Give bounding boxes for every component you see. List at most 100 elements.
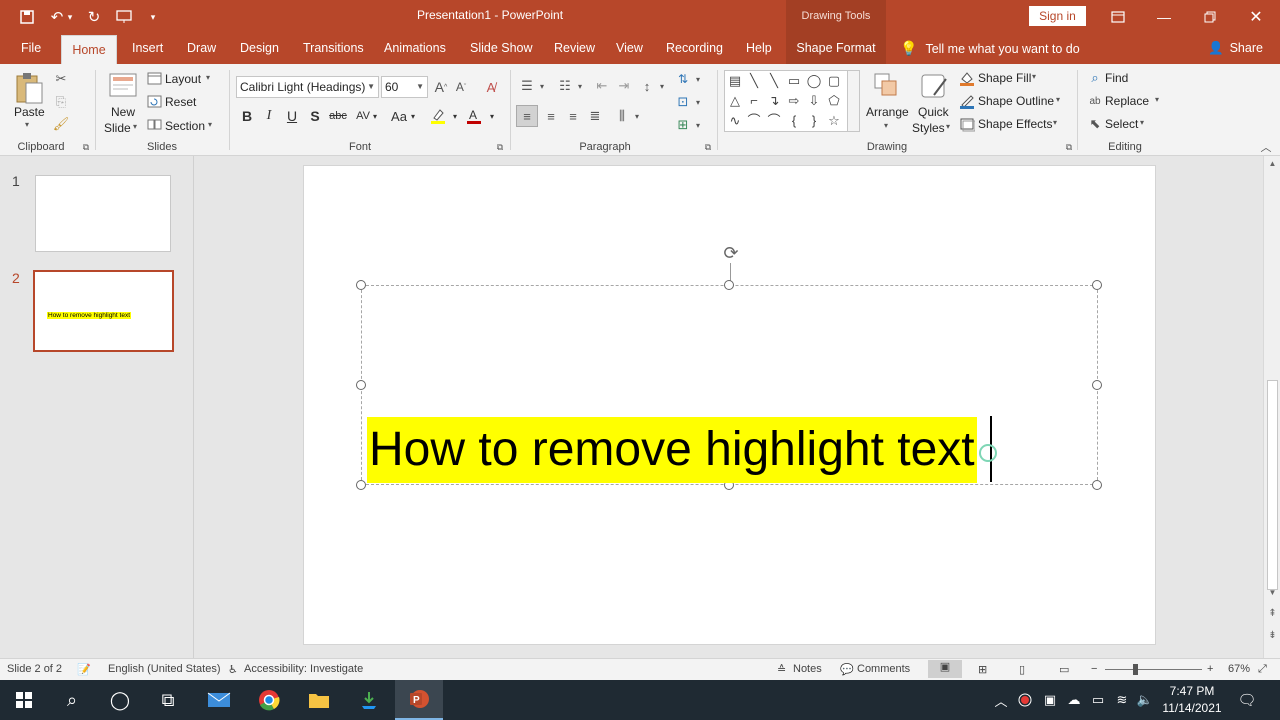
layout-dropdown-icon[interactable]: ▾ <box>206 73 210 82</box>
zoom-level[interactable]: 67% <box>1228 663 1250 675</box>
section-icon[interactable] <box>146 117 162 131</box>
new-slide-dropdown-icon[interactable]: ▾ <box>133 122 137 131</box>
bullets-dropdown-icon[interactable]: ▾ <box>537 76 547 96</box>
font-name-dropdown-icon[interactable]: ▼ <box>367 77 375 97</box>
find-button[interactable]: Find <box>1105 71 1128 85</box>
freeform-shape-icon[interactable]: ⬠ <box>825 92 843 110</box>
select-button[interactable]: Select <box>1105 117 1138 131</box>
resize-handle-top-left[interactable] <box>356 280 366 290</box>
quick-styles-label-line2[interactable]: Styles <box>912 121 945 135</box>
text-direction-icon[interactable]: ⇅ <box>673 69 693 89</box>
highlighted-title-text[interactable]: How to remove highlight text <box>367 417 977 483</box>
reset-icon[interactable] <box>146 94 162 108</box>
slide-show-view-icon[interactable]: ▭ <box>1059 663 1069 676</box>
curve-shape-icon[interactable]: ⌒ <box>745 112 763 130</box>
taskbar-clock[interactable]: 7:47 PM 11/14/2021 <box>1156 683 1228 717</box>
zoom-out-icon[interactable]: − <box>1091 663 1097 675</box>
oval-shape-icon[interactable]: ◯ <box>805 72 823 90</box>
line-spacing-icon[interactable]: ↕ <box>637 76 657 96</box>
font-color-dropdown-icon[interactable]: ▾ <box>487 105 497 127</box>
change-case-dropdown-icon[interactable]: ▾ <box>408 105 418 127</box>
text-direction-dropdown-icon[interactable]: ▾ <box>693 69 703 89</box>
snipping-tool-icon[interactable] <box>345 680 393 720</box>
slide-thumbnail-2[interactable]: How to remove highlight text <box>33 270 174 352</box>
center-icon[interactable]: ≡ <box>540 105 562 127</box>
wifi-icon[interactable]: ≋ <box>1113 680 1131 720</box>
scroll-up-icon[interactable]: ▲ <box>1264 159 1280 168</box>
clear-formatting-icon[interactable]: A̸ <box>482 76 500 98</box>
notifications-icon[interactable]: 🗨 <box>1236 680 1258 720</box>
replace-dropdown-icon[interactable]: ▾ <box>1155 95 1159 104</box>
comments-button[interactable]: Comments <box>857 663 910 675</box>
text-shadow-icon[interactable]: S <box>304 105 326 127</box>
shape-outline-icon[interactable] <box>958 92 976 110</box>
tab-file[interactable]: File <box>19 33 43 64</box>
paste-label[interactable]: Paste <box>14 105 45 119</box>
line-shape-icon[interactable]: ╲ <box>745 72 763 90</box>
left-brace-shape-icon[interactable]: { <box>785 112 803 130</box>
shape-outline-button[interactable]: Shape Outline <box>978 94 1054 108</box>
columns-dropdown-icon[interactable]: ▾ <box>632 105 642 127</box>
highlight-dropdown-icon[interactable]: ▾ <box>450 105 460 127</box>
paste-icon[interactable] <box>12 70 46 106</box>
select-icon[interactable]: ⬉ <box>1086 115 1104 133</box>
highlight-color-icon[interactable] <box>427 105 449 127</box>
tab-design[interactable]: Design <box>238 33 281 64</box>
decrease-font-size-icon[interactable]: Aˇ <box>452 76 470 98</box>
replace-button[interactable]: Replace <box>1105 94 1149 108</box>
increase-indent-icon[interactable]: ⇥ <box>614 76 634 96</box>
rectangle-shape-icon[interactable]: ▭ <box>785 72 803 90</box>
copy-icon[interactable]: ⎘ <box>52 93 70 111</box>
cut-icon[interactable]: ✂ <box>52 70 70 88</box>
bold-icon[interactable]: B <box>236 105 258 127</box>
star-shape-icon[interactable]: ☆ <box>825 112 843 130</box>
normal-view-icon[interactable]: ▣ <box>928 660 962 678</box>
zoom-in-icon[interactable]: + <box>1207 663 1213 675</box>
notes-icon[interactable]: ≙ <box>777 663 786 676</box>
right-arrow-shape-icon[interactable]: ⇨ <box>785 92 803 110</box>
font-name-box[interactable]: Calibri Light (Headings) ▼ <box>236 76 379 98</box>
tab-insert[interactable]: Insert <box>130 33 165 64</box>
new-slide-label-line2[interactable]: Slide <box>104 121 131 135</box>
customize-quick-access-icon[interactable]: ▾ <box>142 6 164 28</box>
paragraph-launcher-icon[interactable]: ⧉ <box>702 141 714 153</box>
layout-button[interactable]: Layout <box>165 72 201 86</box>
volume-icon[interactable]: 🔈 <box>1136 680 1154 720</box>
right-brace-shape-icon[interactable]: } <box>805 112 823 130</box>
chrome-icon[interactable] <box>245 680 293 720</box>
vertical-scrollbar[interactable]: ▲ ▼ ⇞ ⇟ <box>1263 156 1280 658</box>
convert-to-smartart-icon[interactable]: ⊞ <box>673 115 693 135</box>
scrollbar-thumb[interactable] <box>1267 380 1278 590</box>
strikethrough-icon[interactable]: abc <box>327 105 349 127</box>
italic-icon[interactable]: I <box>258 105 280 127</box>
search-icon[interactable]: ⌕ <box>48 680 96 720</box>
tab-help[interactable]: Help <box>744 33 774 64</box>
tab-recording[interactable]: Recording <box>664 33 725 64</box>
scribble-shape-icon[interactable]: ∿ <box>726 112 744 130</box>
meet-now-icon[interactable]: ▣ <box>1041 680 1059 720</box>
tell-me-search[interactable]: 💡 Tell me what you want to do <box>900 33 1080 64</box>
numbering-dropdown-icon[interactable]: ▾ <box>575 76 585 96</box>
tab-draw[interactable]: Draw <box>185 33 218 64</box>
reset-button[interactable]: Reset <box>165 95 196 109</box>
section-button[interactable]: Section <box>165 119 205 133</box>
align-right-icon[interactable]: ≡ <box>562 105 584 127</box>
arrange-dropdown-icon[interactable]: ▾ <box>884 121 888 130</box>
sign-in-button[interactable]: Sign in <box>1029 6 1086 26</box>
slide-thumbnail-1[interactable] <box>35 175 171 252</box>
elbow-connector-shape-icon[interactable]: ⌐ <box>745 92 763 110</box>
language-indicator[interactable]: English (United States) <box>108 663 221 675</box>
share-button[interactable]: 👤 Share <box>1208 33 1263 64</box>
accessibility-icon[interactable]: ♿ <box>228 663 238 676</box>
elbow-arrow-shape-icon[interactable]: ↴ <box>765 92 783 110</box>
mail-icon[interactable] <box>195 680 243 720</box>
file-explorer-icon[interactable] <box>295 680 343 720</box>
triangle-shape-icon[interactable]: △ <box>726 92 744 110</box>
bullets-icon[interactable]: ☰ <box>517 76 537 96</box>
resize-handle-top[interactable] <box>724 280 734 290</box>
accessibility-status[interactable]: Accessibility: Investigate <box>244 663 363 675</box>
shape-fill-button[interactable]: Shape Fill <box>978 71 1031 85</box>
font-size-dropdown-icon[interactable]: ▼ <box>416 77 424 97</box>
restore-icon[interactable] <box>1187 0 1233 33</box>
arc-shape-icon[interactable]: ⌒ <box>765 112 783 130</box>
